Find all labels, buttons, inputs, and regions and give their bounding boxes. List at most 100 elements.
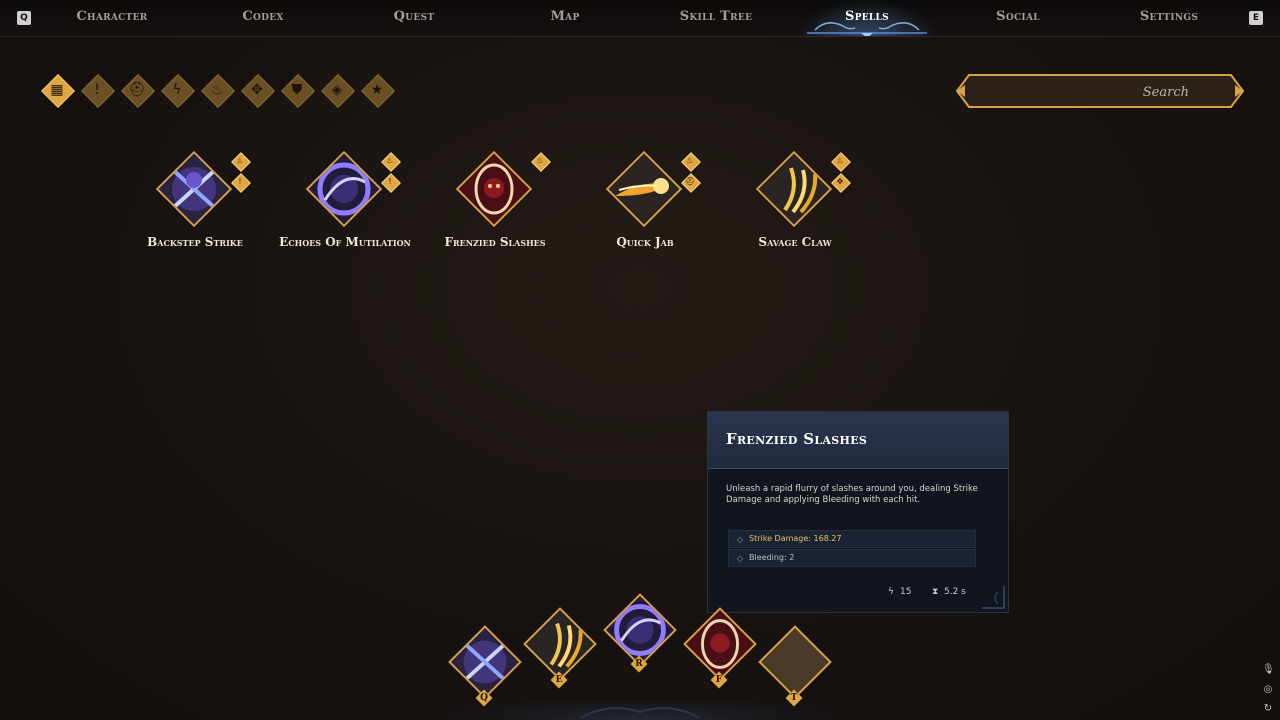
spell-card-frenzied-slashes[interactable]: ♨ Frenzied Slashes (420, 150, 570, 270)
spell-tag-badge: ♨ (831, 152, 851, 172)
spell-tag-badge: ♨ (231, 152, 251, 172)
shield-icon: ⛊ (291, 82, 303, 98)
red-claw-icon (455, 150, 533, 228)
compass-star-icon: ✥ (251, 82, 263, 98)
search-icon[interactable] (1187, 79, 1217, 103)
tab-label: Character (76, 9, 148, 24)
crossed-blades-icon (155, 150, 233, 228)
filter-compass-star[interactable]: ✥ (241, 74, 275, 108)
keybind-label: E (555, 675, 563, 685)
hotbar-slot-t[interactable]: T (758, 625, 832, 718)
refresh-icon[interactable]: ↻ (1262, 703, 1274, 715)
fire-icon: ♨ (386, 156, 394, 165)
spell-icon-frame (155, 150, 233, 228)
tab-skill-tree[interactable]: Skill Tree (646, 0, 786, 36)
tab-label: Quest (393, 9, 435, 24)
tab-quest[interactable]: Quest (344, 0, 484, 36)
fire-icon: ♨ (236, 156, 244, 165)
spell-tag-badge: ♨ (381, 152, 401, 172)
tab-spells[interactable]: Spells (797, 0, 937, 36)
lightning-icon: ϟ (172, 82, 182, 98)
keybind-label: F (715, 675, 723, 685)
spell-name: Echoes Of Mutilation (279, 235, 411, 249)
crossed-blades-icon (448, 625, 522, 699)
tab-codex[interactable]: Codex (193, 0, 333, 36)
target-icon[interactable]: ◎ (1262, 684, 1274, 696)
hourglass-icon: ⧗ (932, 587, 939, 597)
spell-icon-frame (605, 150, 683, 228)
spell-tag-badge: ! (381, 173, 401, 193)
spell-card-savage-claw[interactable]: ♨ ✥ Savage Claw (720, 150, 870, 270)
exclamation-icon: ! (94, 82, 100, 98)
keybind-badge: E (550, 671, 568, 689)
spell-card-quick-jab[interactable]: ♨ ⛑ Quick Jab (570, 150, 720, 270)
fire-icon: ♨ (686, 156, 694, 165)
spell-icon-frame (755, 150, 833, 228)
stat-label: Strike Damage: 168.27 (749, 534, 842, 543)
keybind-label: Q (480, 693, 488, 703)
spell-tag-badge: ♨ (531, 152, 551, 172)
fire-icon: ♨ (210, 82, 224, 98)
gem-icon: ◈ (331, 82, 343, 98)
spell-name: Frenzied Slashes (444, 235, 546, 249)
cooldown-value: 5.2 s (944, 587, 966, 597)
tab-label: Skill Tree (679, 9, 753, 24)
exclamation-icon: ! (388, 177, 392, 186)
search-box (955, 73, 1245, 109)
slot-frame-empty (758, 625, 832, 699)
spell-card-echoes-of-mutilation[interactable]: ♨ ! Echoes Of Mutilation (270, 150, 420, 270)
filter-star[interactable]: ★ (361, 74, 395, 108)
tab-settings[interactable]: Settings (1099, 0, 1239, 36)
spell-name: Savage Claw (758, 235, 832, 249)
hotbar-slot-f[interactable]: F (683, 607, 757, 700)
energy-icon: ϟ (888, 587, 894, 597)
filter-fire[interactable]: ♨ (201, 74, 235, 108)
exclamation-icon: ! (238, 177, 242, 186)
filter-shield[interactable]: ⛊ (281, 74, 315, 108)
tab-label: Social (996, 9, 1040, 24)
star-icon: ★ (370, 82, 384, 98)
diamond-bullet-icon: ◇ (737, 535, 744, 544)
tooltip-description: Unleash a rapid flurry of slashes around… (726, 484, 978, 505)
tab-character[interactable]: Character (42, 0, 182, 36)
stat-row: ◇ Bleeding: 2 (728, 549, 976, 567)
keybind-label: R (635, 659, 643, 669)
golden-fireball-icon (605, 150, 683, 228)
slot-frame (523, 607, 597, 681)
keybind-badge: F (710, 671, 728, 689)
spell-tooltip: Frenzied Slashes Unleash a rapid flurry … (707, 411, 1009, 613)
tab-label: Codex (242, 9, 284, 24)
keybind-label: T (790, 693, 798, 703)
filter-helmet[interactable]: ⛑ (121, 74, 155, 108)
golden-claw-icon (755, 150, 833, 228)
filter-exclamation[interactable]: ! (81, 74, 115, 108)
hotbar-slot-q[interactable]: Q (448, 625, 522, 718)
microphone-icon[interactable]: 🎙 (1262, 664, 1275, 676)
search-input[interactable] (977, 79, 1191, 105)
fire-icon: ♨ (536, 156, 544, 165)
tab-label: Map (550, 9, 580, 24)
corner-ornament-icon (982, 586, 1005, 609)
top-navigation-bar: Q Character Codex Quest Map Skill Tree S… (0, 0, 1280, 37)
spell-tag-badge: ♨ (681, 152, 701, 172)
hotbar-slot-r[interactable]: R (603, 593, 677, 686)
next-tab-key-hint[interactable]: E (1249, 11, 1263, 25)
hotbar-slot-e[interactable]: E (523, 607, 597, 700)
tab-social[interactable]: Social (948, 0, 1088, 36)
helmet-icon: ⛑ (128, 82, 146, 98)
tab-map[interactable]: Map (495, 0, 635, 36)
slot-frame (683, 607, 757, 681)
slot-frame (448, 625, 522, 699)
spell-tag-badge: ⛑ (681, 173, 701, 193)
keybind-badge: R (630, 655, 648, 673)
filter-lightning[interactable]: ϟ (161, 74, 195, 108)
keybind-badge: T (785, 689, 803, 707)
tooltip-header: Frenzied Slashes (708, 412, 1008, 469)
compass-star-icon: ✥ (836, 177, 844, 186)
prev-tab-key-hint[interactable]: Q (17, 11, 31, 25)
filter-gem[interactable]: ◈ (321, 74, 355, 108)
tooltip-title: Frenzied Slashes (726, 430, 868, 448)
filter-all[interactable]: ▦ (41, 74, 75, 108)
spell-name: Quick Jab (616, 235, 674, 249)
spell-card-backstep-strike[interactable]: ♨ ! Backstep Strike (120, 150, 270, 270)
